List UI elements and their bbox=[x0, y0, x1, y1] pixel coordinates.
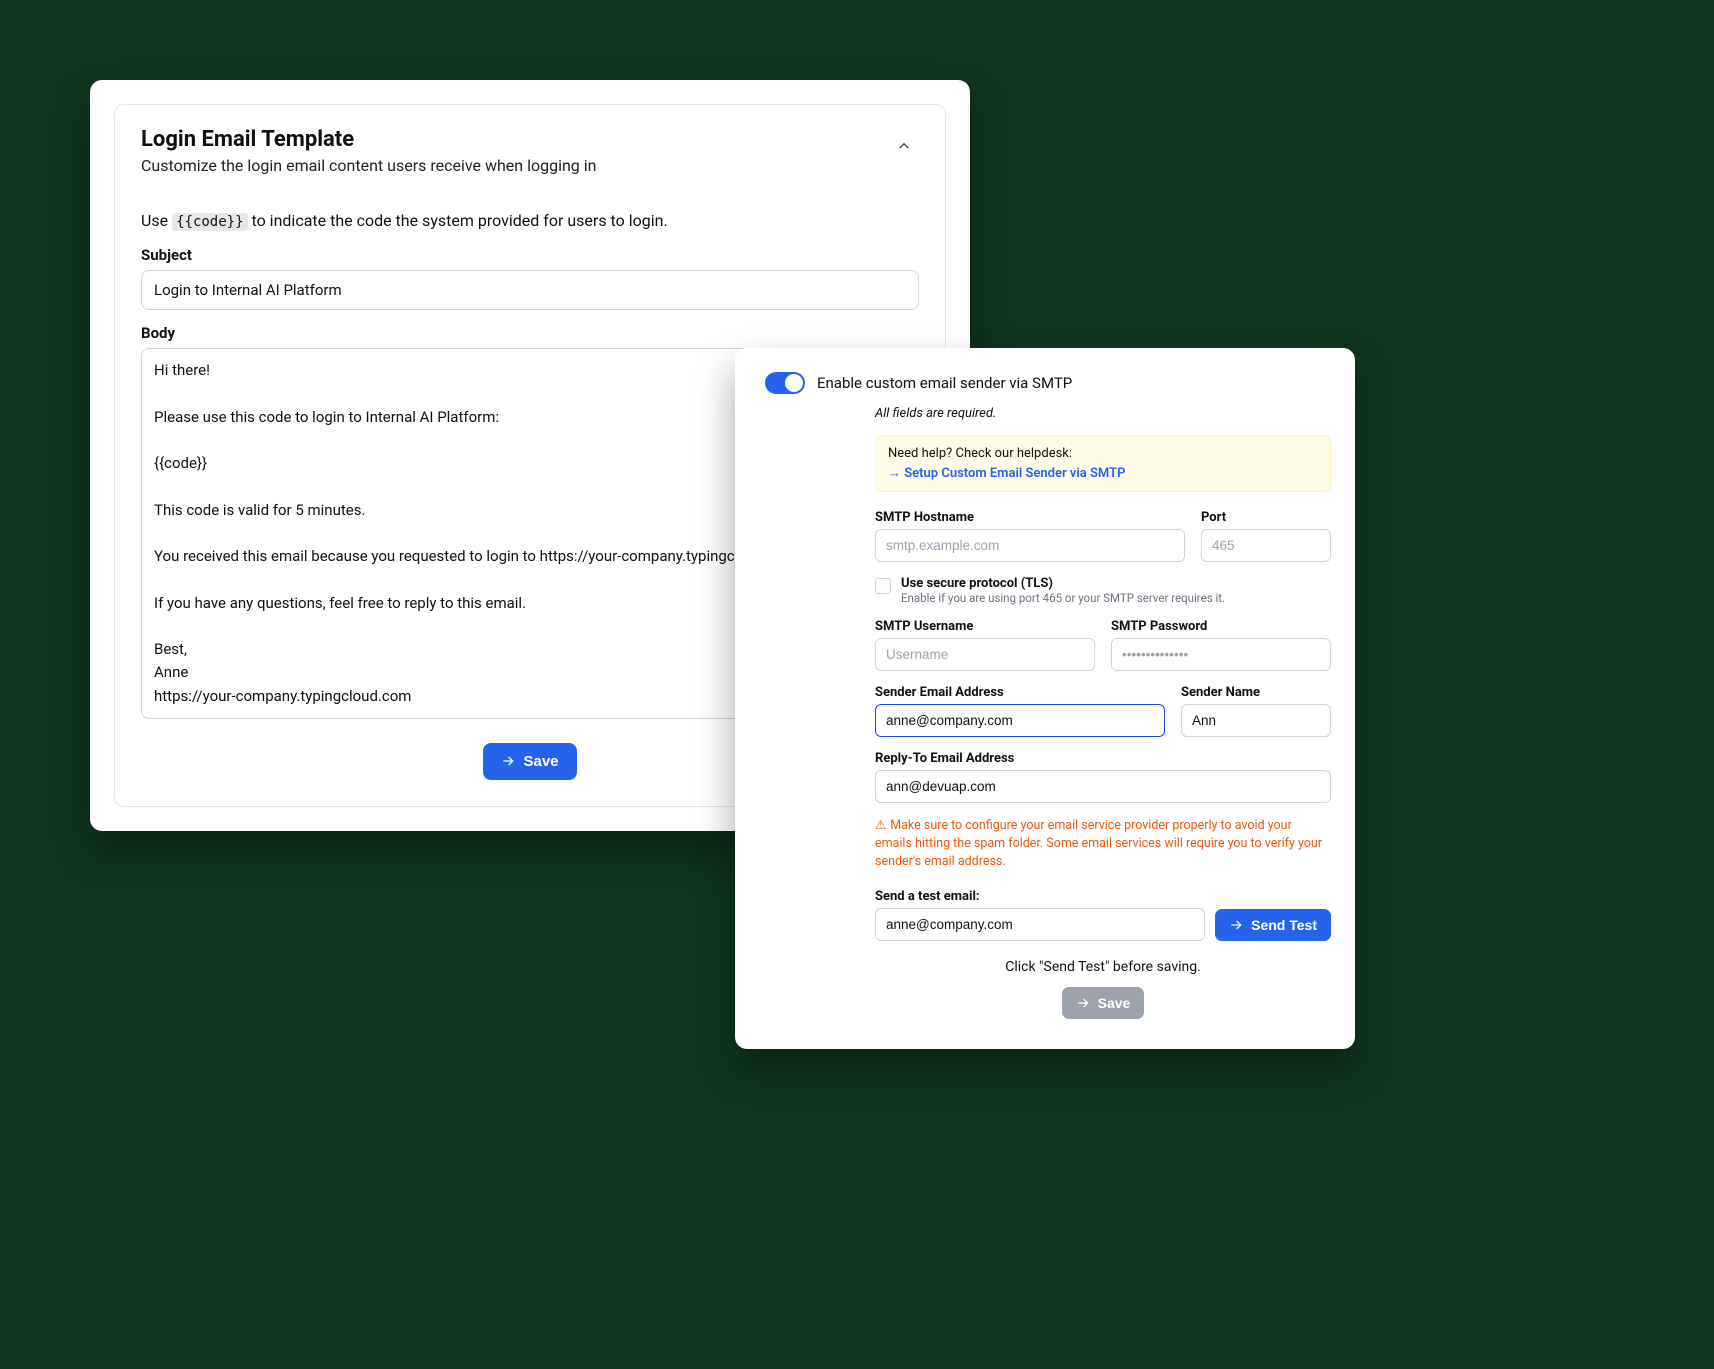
arrow-right-icon bbox=[501, 754, 515, 768]
warning-text: Make sure to configure your email servic… bbox=[875, 818, 1322, 869]
sender-name-label: Sender Name bbox=[1181, 685, 1331, 700]
code-token: {{code}} bbox=[172, 213, 247, 231]
chevron-up-icon[interactable] bbox=[895, 137, 913, 155]
subject-label: Subject bbox=[141, 246, 919, 264]
help-text: Need help? Check our helpdesk: bbox=[888, 446, 1318, 461]
help-link[interactable]: → Setup Custom Email Sender via SMTP bbox=[888, 465, 1125, 481]
body-label: Body bbox=[141, 324, 919, 342]
hint-suffix: to indicate the code the system provided… bbox=[248, 211, 668, 230]
reply-to-input[interactable] bbox=[875, 770, 1331, 803]
hostname-input[interactable] bbox=[875, 529, 1185, 562]
username-label: SMTP Username bbox=[875, 619, 1095, 634]
username-input[interactable] bbox=[875, 638, 1095, 671]
sender-email-input[interactable] bbox=[875, 704, 1165, 737]
hostname-label: SMTP Hostname bbox=[875, 510, 1185, 525]
spam-warning: ⚠Make sure to configure your email servi… bbox=[875, 817, 1331, 871]
arrow-right-icon bbox=[1229, 918, 1243, 932]
smtp-enable-toggle[interactable] bbox=[765, 372, 805, 394]
smtp-settings-card: Enable custom email sender via SMTP All … bbox=[735, 348, 1355, 1049]
save-button[interactable]: Save bbox=[483, 743, 576, 780]
send-test-label: Send Test bbox=[1251, 917, 1317, 933]
warning-icon: ⚠ bbox=[875, 818, 886, 833]
port-input[interactable] bbox=[1201, 529, 1331, 562]
sender-email-label: Sender Email Address bbox=[875, 685, 1165, 700]
smtp-save-button[interactable]: Save bbox=[1062, 987, 1145, 1019]
tls-sub: Enable if you are using port 465 or your… bbox=[901, 591, 1225, 605]
send-test-button[interactable]: Send Test bbox=[1215, 909, 1331, 941]
code-hint: Use {{code}} to indicate the code the sy… bbox=[141, 211, 919, 230]
password-input[interactable] bbox=[1111, 638, 1331, 671]
subject-input[interactable] bbox=[141, 270, 919, 310]
smtp-save-label: Save bbox=[1098, 995, 1131, 1011]
tls-checkbox[interactable] bbox=[875, 578, 891, 594]
hint-prefix: Use bbox=[141, 211, 172, 230]
reply-to-label: Reply-To Email Address bbox=[875, 751, 1331, 766]
port-label: Port bbox=[1201, 510, 1331, 525]
test-email-input[interactable] bbox=[875, 908, 1205, 941]
required-note: All fields are required. bbox=[875, 406, 1331, 421]
password-label: SMTP Password bbox=[1111, 619, 1331, 634]
arrow-right-icon bbox=[1076, 996, 1090, 1010]
section-title: Login Email Template bbox=[141, 127, 596, 152]
save-button-label: Save bbox=[523, 753, 558, 770]
help-box: Need help? Check our helpdesk: → Setup C… bbox=[875, 435, 1331, 492]
test-email-label: Send a test email: bbox=[875, 889, 1331, 904]
smtp-enable-label: Enable custom email sender via SMTP bbox=[817, 374, 1072, 392]
tls-label: Use secure protocol (TLS) bbox=[901, 576, 1225, 591]
save-hint: Click "Send Test" before saving. bbox=[875, 959, 1331, 975]
sender-name-input[interactable] bbox=[1181, 704, 1331, 737]
section-subtitle: Customize the login email content users … bbox=[141, 156, 596, 175]
